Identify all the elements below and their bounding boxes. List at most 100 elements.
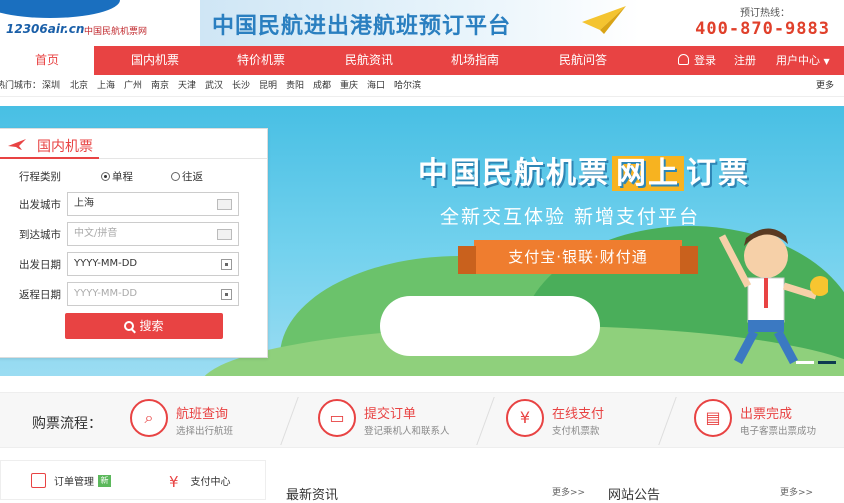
step-divider xyxy=(459,397,495,445)
round-trip-radio[interactable]: 往返 xyxy=(171,169,203,184)
carousel-dot[interactable] xyxy=(818,361,836,364)
return-date-placeholder: YYYY-MM-DD xyxy=(74,288,138,299)
depart-city-field[interactable]: 上海 xyxy=(67,192,239,216)
banner-subtitle: 全新交互体验 新增支付平台 xyxy=(440,206,701,228)
bottom-section: 订单管理新 ¥ 支付中心 最新资讯 更多>> 网站公告 更多>> xyxy=(0,460,844,503)
hot-city-link[interactable]: 哈尔滨 xyxy=(394,75,421,97)
carousel-dot[interactable] xyxy=(796,361,814,364)
panel-title: 国内机票 xyxy=(0,129,267,159)
hotline: 预订热线： 400-870-9883 xyxy=(660,4,830,39)
step-title: 提交订单 xyxy=(364,407,417,422)
payment-center-link[interactable]: ¥ 支付中心 xyxy=(169,473,231,491)
banner-title: 中国民航机票 网上 订票 xyxy=(418,148,750,192)
nav-item-airport-guide[interactable]: 机场指南 xyxy=(428,46,522,75)
step-desc: 支付机票款 xyxy=(552,426,600,437)
process-title: 购票流程： xyxy=(32,416,102,432)
depart-date-value: YYYY-MM-DD xyxy=(74,258,138,269)
slogan: 中国民航进出港航班预订平台 xyxy=(212,14,512,39)
hot-city-link[interactable]: 贵阳 xyxy=(286,75,304,97)
chevron-down-icon: ▼ xyxy=(823,57,830,66)
calendar-icon[interactable] xyxy=(221,259,232,270)
depart-city-value: 上海 xyxy=(74,198,94,209)
banner-ribbon: 支付宝·银联·财付通 xyxy=(458,240,698,274)
top-header: 12306air.cn 中国民航机票网 中国民航进出港航班预订平台 预订热线： … xyxy=(0,0,844,46)
depart-date-label: 出发日期 xyxy=(19,259,61,271)
hot-cities-more-link[interactable]: 更多 xyxy=(816,75,834,97)
quick-links: 订单管理新 ¥ 支付中心 xyxy=(0,460,266,500)
user-center-label: 用户中心 xyxy=(776,54,820,67)
hot-city-link[interactable]: 天津 xyxy=(178,75,196,97)
banner-cloud xyxy=(380,296,600,356)
paper-plane-icon xyxy=(582,6,626,34)
search-button-label: 搜索 xyxy=(139,319,164,333)
purchase-process: 购票流程： ⌕ 航班查询 选择出行航班 ▭ 提交订单 登记乘机人和联系人 ¥ 在… xyxy=(0,392,844,448)
nav-item-aviation-news[interactable]: 民航资讯 xyxy=(322,46,416,75)
nav-item-special-tickets[interactable]: 特价机票 xyxy=(214,46,308,75)
yen-icon: ¥ xyxy=(506,399,544,437)
logo-text: 12306air.cn xyxy=(6,22,85,36)
news-more-link[interactable]: 更多>> xyxy=(552,485,585,498)
search-icon: ⌕ xyxy=(130,399,168,437)
logo-swoosh xyxy=(0,0,120,18)
user-center-menu[interactable]: 用户中心 ▼ xyxy=(776,46,830,75)
round-trip-label: 往返 xyxy=(182,171,203,183)
banner-title-part: 订票 xyxy=(686,156,750,191)
hot-city-link[interactable]: 北京 xyxy=(70,75,88,97)
hot-city-link[interactable]: 上海 xyxy=(97,75,115,97)
register-link[interactable]: 注册 xyxy=(734,46,756,75)
new-badge: 新 xyxy=(98,475,111,487)
panel-title-text: 国内机票 xyxy=(37,139,93,155)
city-picker-icon[interactable] xyxy=(217,229,232,240)
step-title: 出票完成 xyxy=(740,407,793,422)
hot-city-link[interactable]: 昆明 xyxy=(259,75,277,97)
ticket-icon: ▤ xyxy=(694,399,732,437)
site-logo[interactable]: 12306air.cn 中国民航机票网 xyxy=(0,0,190,46)
slogan-banner: 中国民航进出港航班预订平台 xyxy=(200,0,640,46)
nav-item-home[interactable]: 首页 xyxy=(0,46,94,75)
hot-cities-bar: 热门城市： 深圳 北京 上海 广州 南京 天津 武汉 长沙 昆明 贵阳 成都 重… xyxy=(0,75,844,97)
airplane-icon xyxy=(8,139,26,150)
nav-item-aviation-qa[interactable]: 民航问答 xyxy=(536,46,630,75)
radio-unchecked-icon xyxy=(171,172,180,181)
return-date-field[interactable]: YYYY-MM-DD xyxy=(67,282,239,306)
depart-city-label: 出发城市 xyxy=(19,199,61,211)
hot-cities-label: 热门城市： xyxy=(0,81,42,91)
order-management-link[interactable]: 订单管理新 xyxy=(31,473,111,488)
monitor-icon: ▭ xyxy=(318,399,356,437)
return-date-label: 返程日期 xyxy=(19,289,61,301)
step-divider xyxy=(263,397,299,445)
hot-city-link[interactable]: 南京 xyxy=(151,75,169,97)
logo-subtitle: 中国民航机票网 xyxy=(84,27,148,37)
hot-city-link[interactable]: 重庆 xyxy=(340,75,358,97)
radio-checked-icon xyxy=(101,172,110,181)
banner-title-highlight: 网上 xyxy=(612,156,684,191)
hot-city-link[interactable]: 武汉 xyxy=(205,75,223,97)
depart-date-field[interactable]: YYYY-MM-DD xyxy=(67,252,239,276)
step-desc: 登记乘机人和联系人 xyxy=(364,426,450,437)
search-button[interactable]: 搜索 xyxy=(65,313,223,339)
hot-city-link[interactable]: 海口 xyxy=(367,75,385,97)
hot-city-link[interactable]: 成都 xyxy=(313,75,331,97)
nav-item-domestic-tickets[interactable]: 国内机票 xyxy=(108,46,202,75)
login-link[interactable]: 登录 xyxy=(678,46,716,75)
arrive-city-field[interactable]: 中文/拼音 xyxy=(67,222,239,246)
city-picker-icon[interactable] xyxy=(217,199,232,210)
user-icon xyxy=(678,54,689,65)
order-management-label: 订单管理 xyxy=(54,477,94,488)
notice-more-link[interactable]: 更多>> xyxy=(780,485,813,498)
carousel-dots xyxy=(792,349,836,368)
hot-city-link[interactable]: 深圳 xyxy=(42,75,60,97)
step-divider xyxy=(641,397,677,445)
hot-city-link[interactable]: 长沙 xyxy=(232,75,250,97)
payment-center-label: 支付中心 xyxy=(190,477,231,488)
main-nav: 首页 国内机票 特价机票 民航资讯 机场指南 民航问答 登录 注册 用户中心 ▼ xyxy=(0,46,844,75)
arrive-city-label: 到达城市 xyxy=(19,229,61,241)
notice-section-title: 网站公告 xyxy=(608,488,661,503)
news-section-title: 最新资讯 xyxy=(286,488,339,503)
calendar-icon[interactable] xyxy=(221,289,232,300)
flight-search-panel: 国内机票 行程类别 单程 往返 出发城市 上海 到达城市 中文/拼音 出发日期 … xyxy=(0,128,268,358)
calendar-icon xyxy=(31,473,46,488)
step-desc: 电子客票出票成功 xyxy=(740,426,817,437)
one-way-radio[interactable]: 单程 xyxy=(101,169,133,184)
hot-city-link[interactable]: 广州 xyxy=(124,75,142,97)
